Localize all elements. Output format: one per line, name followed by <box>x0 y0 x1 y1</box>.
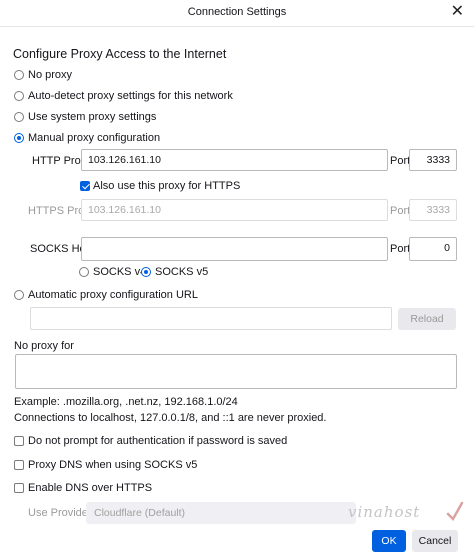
title-bar: Connection Settings ✕ <box>0 0 474 27</box>
enable-doh-checkbox[interactable] <box>14 483 24 493</box>
auto-proxy-url-input[interactable] <box>30 307 392 330</box>
watermark-logo: vinahost <box>348 503 421 521</box>
section-heading: Configure Proxy Access to the Internet <box>13 47 227 61</box>
provider-select[interactable]: Cloudflare (Default) <box>86 502 356 524</box>
cancel-button[interactable]: Cancel <box>412 530 458 552</box>
socks-host-input[interactable] <box>81 237 388 261</box>
manual-proxy-radio[interactable] <box>14 133 24 143</box>
auto-detect-radio[interactable] <box>14 91 24 101</box>
https-port-label: Port <box>390 205 411 217</box>
use-provider-label: Use Provider <box>28 507 92 519</box>
reload-button[interactable]: Reload <box>398 308 456 330</box>
socks-port-input[interactable]: 0 <box>409 237 457 261</box>
no-proxy-for-textarea[interactable] <box>15 354 457 389</box>
proxy-dns-label: Proxy DNS when using SOCKS v5 <box>28 459 198 471</box>
no-auth-prompt-label: Do not prompt for authentication if pass… <box>28 435 288 447</box>
localhost-note: Connections to localhost, 127.0.0.1/8, a… <box>14 412 327 424</box>
proxy-dns-checkbox[interactable] <box>14 460 24 470</box>
https-port-input[interactable]: 3333 <box>409 199 457 221</box>
socks-port-label: Port <box>390 243 411 255</box>
no-proxy-label: No proxy <box>28 69 73 81</box>
http-proxy-input[interactable]: 103.126.161.10 <box>81 149 388 171</box>
watermark-swoosh-icon <box>446 501 464 522</box>
auto-detect-label: Auto-detect proxy settings for this netw… <box>28 90 233 102</box>
system-proxy-label: Use system proxy settings <box>28 111 157 123</box>
no-proxy-radio[interactable] <box>14 70 24 80</box>
system-proxy-radio[interactable] <box>14 112 24 122</box>
socks-v5-label: SOCKS v5 <box>155 266 209 278</box>
close-icon[interactable]: ✕ <box>451 3 464 21</box>
https-proxy-input[interactable]: 103.126.161.10 <box>81 199 388 221</box>
manual-proxy-label: Manual proxy configuration <box>28 132 161 144</box>
socks-v4-radio[interactable] <box>79 267 89 277</box>
no-proxy-example: Example: .mozilla.org, .net.nz, 192.168.… <box>14 396 238 408</box>
no-proxy-for-label: No proxy for <box>14 340 74 352</box>
auto-proxy-url-radio[interactable] <box>14 290 24 300</box>
also-https-label: Also use this proxy for HTTPS <box>93 180 241 192</box>
socks-v5-radio[interactable] <box>141 267 151 277</box>
ok-button[interactable]: OK <box>372 530 406 552</box>
window-title: Connection Settings <box>187 6 287 18</box>
http-port-input[interactable]: 3333 <box>409 149 457 171</box>
no-auth-prompt-checkbox[interactable] <box>14 436 24 446</box>
socks-v4-label: SOCKS v4 <box>93 266 147 278</box>
also-https-checkbox[interactable] <box>80 181 90 191</box>
auto-proxy-url-label: Automatic proxy configuration URL <box>28 289 198 301</box>
http-port-label: Port <box>390 155 411 167</box>
enable-doh-label: Enable DNS over HTTPS <box>28 482 153 494</box>
